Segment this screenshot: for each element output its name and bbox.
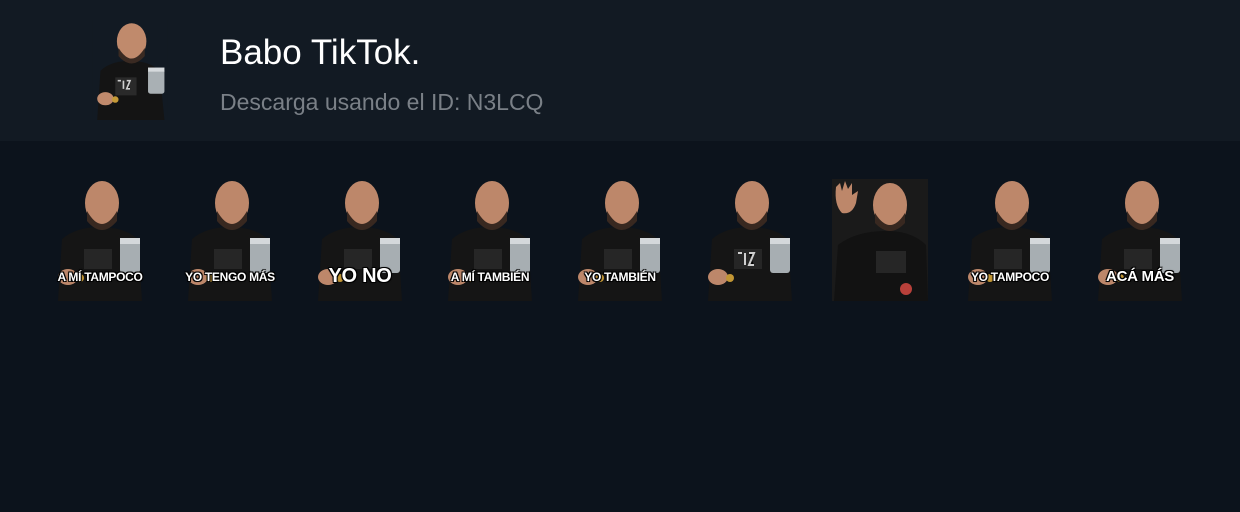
sticker-4[interactable]: A MÍ TAMBIÉN: [444, 179, 536, 301]
sticker-caption: YO NO: [328, 265, 392, 287]
man-with-jar-illustration: [92, 20, 168, 120]
sticker-6[interactable]: [704, 179, 796, 301]
sticker-caption: YO TAMBIÉN: [584, 270, 656, 284]
sticker-7[interactable]: [832, 179, 928, 301]
pack-download-id: Descarga usando el ID: N3LCQ: [220, 89, 544, 115]
pack-thumbnail-image: [92, 20, 168, 120]
pack-title: Babo TikTok.: [220, 33, 421, 72]
sticker-2[interactable]: YO TENGO MÁS: [184, 179, 276, 301]
sticker-caption: A MÍ TAMBIÉN: [450, 270, 530, 284]
sticker-caption: YO TENGO MÁS: [185, 270, 275, 284]
sticker-3[interactable]: YO NO: [314, 179, 406, 301]
sticker-9[interactable]: ACÁ MÁS: [1094, 179, 1186, 301]
sticker-caption: ACÁ MÁS: [1106, 268, 1174, 285]
man-with-jar-illustration: [708, 181, 792, 301]
sticker-grid: A MÍ TAMPOCO YO TENGO MÁS YO NO A MÍ TAM…: [0, 141, 1240, 512]
sticker-5[interactable]: YO TAMBIÉN: [574, 179, 666, 301]
sticker-8[interactable]: YO TAMPOCO: [964, 179, 1056, 301]
man-waving-illustration: [832, 179, 928, 301]
sticker-caption: A MÍ TAMPOCO: [57, 270, 143, 284]
sticker-1[interactable]: A MÍ TAMPOCO: [54, 179, 146, 301]
sticker-caption: YO TAMPOCO: [970, 270, 1050, 284]
pack-header: Babo TikTok. Descarga usando el ID: N3LC…: [0, 0, 1240, 141]
